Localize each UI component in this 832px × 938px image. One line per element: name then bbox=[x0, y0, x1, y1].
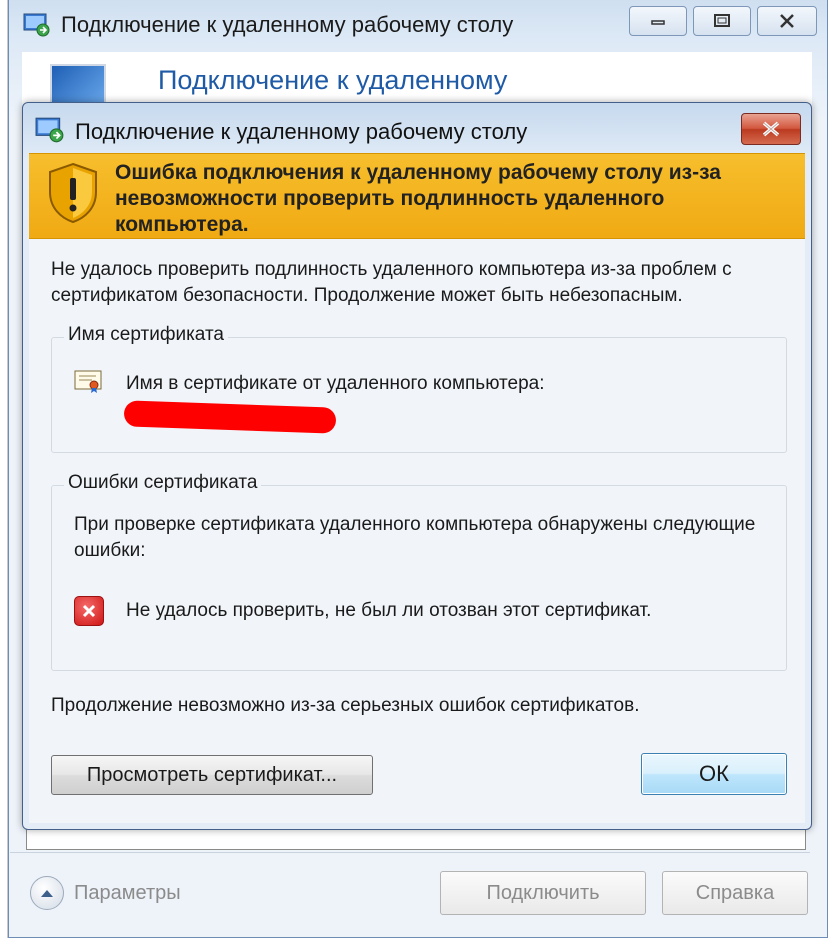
options-toggle[interactable]: Параметры bbox=[30, 876, 181, 910]
warning-shield-icon bbox=[47, 162, 99, 229]
left-edge-background bbox=[0, 0, 8, 938]
background-header-title: Подключение к удаленному bbox=[158, 65, 508, 95]
connect-button[interactable]: Подключить bbox=[440, 871, 646, 915]
certificate-error-item: Не удалось проверить, не был ли отозван … bbox=[74, 596, 651, 626]
dialog-close-button[interactable] bbox=[741, 113, 801, 145]
view-certificate-button[interactable]: Просмотреть сертификат... bbox=[51, 755, 373, 795]
certificate-name-row: Имя в сертификате от удаленного компьюте… bbox=[74, 368, 545, 399]
certificate-name-label: Имя в сертификате от удаленного компьюте… bbox=[126, 372, 545, 394]
chevron-up-icon bbox=[30, 876, 64, 910]
certificate-name-legend: Имя сертификата bbox=[64, 324, 228, 346]
certificate-errors-group: Ошибки сертификата При проверке сертифик… bbox=[51, 472, 787, 671]
minimize-button[interactable] bbox=[629, 6, 687, 36]
warning-title: Ошибка подключения к удаленному рабочему… bbox=[115, 161, 721, 236]
maximize-button[interactable] bbox=[693, 6, 751, 36]
certificate-name-group: Имя сертификата Имя в сертификате от уда… bbox=[51, 324, 787, 453]
help-button[interactable]: Справка bbox=[662, 871, 808, 915]
ok-button[interactable]: ОК bbox=[641, 753, 787, 795]
warning-banner: Ошибка подключения к удаленному рабочему… bbox=[29, 153, 805, 239]
certificate-errors-description: При проверке сертификата удаленного комп… bbox=[74, 514, 756, 561]
error-icon bbox=[74, 596, 104, 626]
certificate-error-dialog: Подключение к удаленному рабочему столу … bbox=[22, 102, 812, 830]
certificate-errors-legend: Ошибки сертификата bbox=[64, 472, 262, 494]
close-icon bbox=[762, 121, 780, 137]
certificate-icon bbox=[74, 368, 104, 399]
footer-separator bbox=[10, 852, 810, 853]
background-window-title: Подключение к удаленному рабочему столу bbox=[61, 12, 514, 37]
remote-desktop-icon bbox=[35, 117, 65, 148]
options-label: Параметры bbox=[74, 881, 181, 904]
footer-note: Продолжение невозможно из-за серьезных о… bbox=[51, 695, 640, 716]
dialog-title: Подключение к удаленному рабочему столу bbox=[75, 119, 528, 144]
dialog-content: Не удалось проверить подлинность удаленн… bbox=[29, 239, 805, 823]
intro-text: Не удалось проверить подлинность удаленн… bbox=[51, 259, 732, 306]
certificate-error-text: Не удалось проверить, не был ли отозван … bbox=[126, 600, 652, 621]
background-close-button[interactable] bbox=[757, 6, 817, 36]
remote-desktop-icon bbox=[23, 13, 51, 42]
redaction-mark bbox=[123, 400, 337, 434]
